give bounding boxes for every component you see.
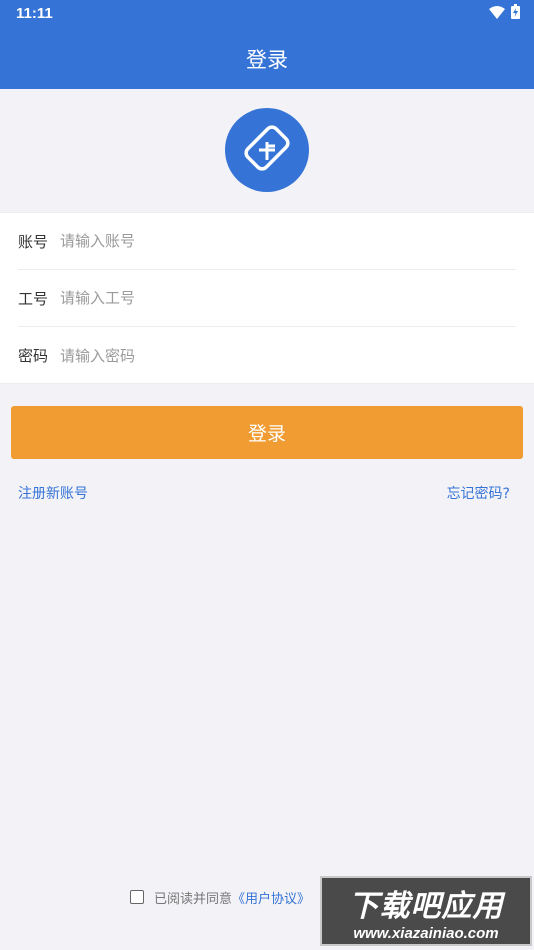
status-bar: 11:11 [0, 0, 534, 28]
password-input[interactable] [60, 335, 516, 376]
app-header: 11:11 登录 [0, 0, 534, 89]
employee-id-row: 工号 [18, 270, 516, 327]
password-label: 密码 [18, 347, 49, 365]
register-link[interactable]: 注册新账号 [18, 483, 88, 503]
employee-id-input[interactable] [60, 278, 516, 318]
employee-id-label: 工号 [18, 289, 49, 308]
login-form: 账号 工号 密码 [0, 212, 534, 384]
watermark: 下载吧应用 www.xiazainiao.com [320, 876, 532, 946]
account-input[interactable] [60, 221, 516, 261]
watermark-title: 下载吧应用 [348, 888, 504, 924]
account-label: 账号 [18, 232, 49, 251]
wifi-icon [489, 4, 505, 23]
status-icons [489, 3, 520, 23]
password-row: 密码 [18, 327, 516, 384]
agreement-text: 已阅读并同意 [154, 891, 233, 907]
app-logo [225, 108, 309, 192]
user-agreement-link[interactable]: 《用户协议》 [232, 888, 310, 907]
agreement-row: 已阅读并同意 《用户协议》 [130, 887, 310, 907]
card-icon [237, 118, 297, 182]
login-button[interactable]: 登录 [11, 406, 523, 459]
page-title: 登录 [246, 48, 288, 72]
agreement-checkbox[interactable] [130, 890, 144, 904]
forgot-password-link[interactable]: 忘记密码? [447, 483, 510, 503]
watermark-url: www.xiazainiao.com [353, 924, 499, 942]
battery-icon [511, 3, 520, 23]
account-row: 账号 [18, 213, 516, 270]
status-time: 11:11 [16, 5, 53, 22]
